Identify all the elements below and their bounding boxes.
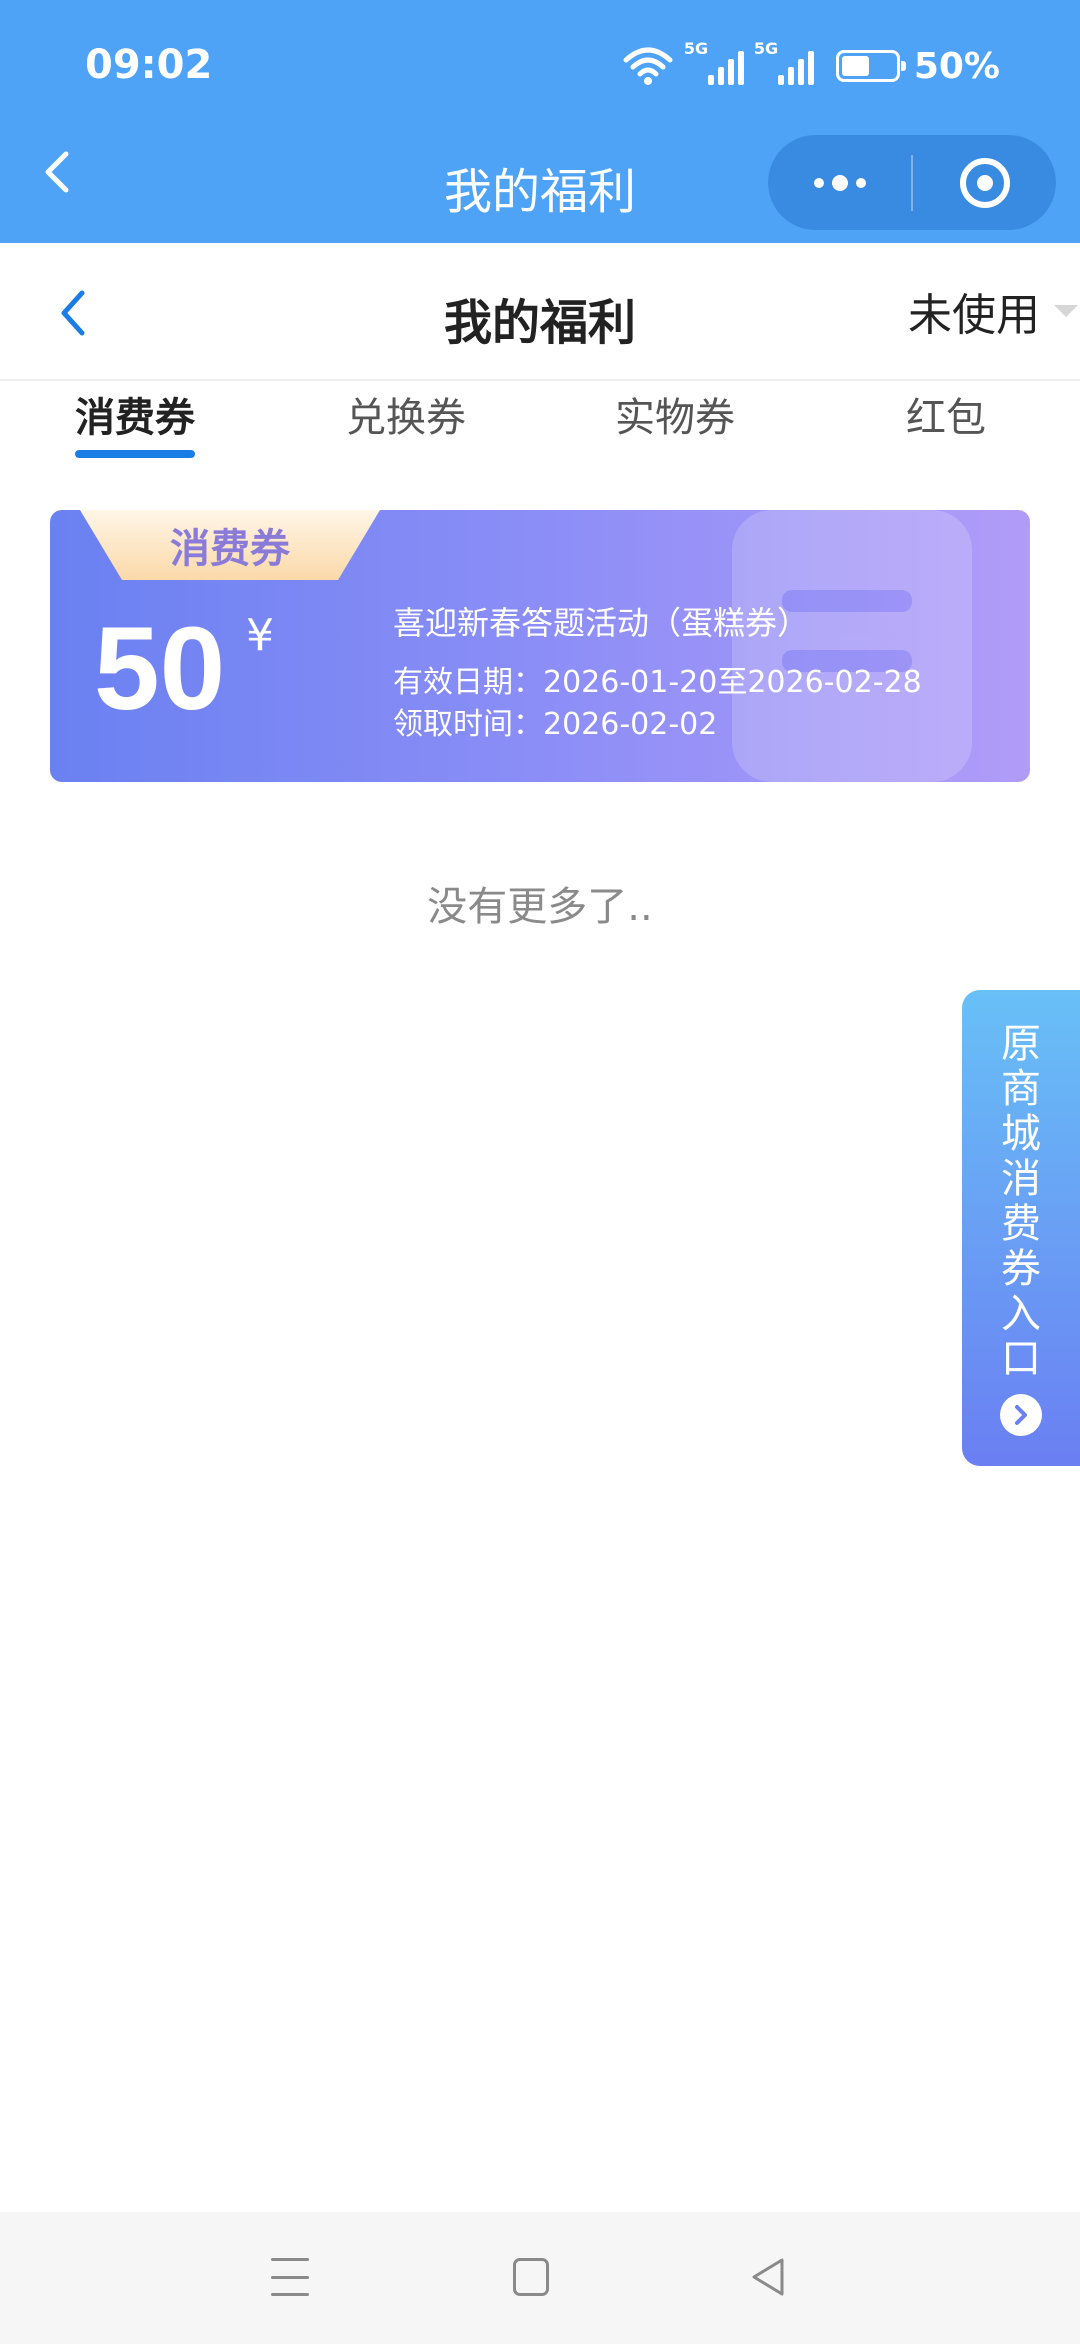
coupon-type-ribbon: 消费券 [80,510,380,580]
coupon-tabs: 消费券 兑换券 实物券 红包 [0,381,1080,471]
battery-percent: 50% [913,45,1000,87]
more-dots-icon [813,174,866,191]
coupon-amount: 50 [94,603,226,735]
tab-physical-coupon[interactable]: 实物券 [613,385,737,443]
coupon-name: 喜迎新春答题活动（蛋糕券） [393,604,810,642]
mini-program-capsule [768,135,1056,230]
top-bar: 09:02 5G 5G 50% 我的福利 [0,0,1080,243]
caret-down-icon [1054,305,1078,317]
coupon-received-time: 领取时间：2026-02-02 [393,707,718,742]
menu-icon[interactable] [271,2258,309,2296]
system-nav-bar [0,2212,1080,2344]
old-mall-coupon-entry-button[interactable]: 原商城消费券入口 [962,990,1080,1466]
filter-label: 未使用 [908,290,1040,341]
battery-icon [835,50,906,82]
coupon-type-label: 消费券 [170,526,290,572]
active-tab-indicator [75,450,195,458]
signal-5g-icon: 5G [754,39,814,85]
home-square-icon[interactable] [513,2258,549,2296]
tab-exchange-coupon[interactable]: 兑换券 [344,385,468,443]
coupon-card[interactable]: 消费券 50 ¥ 喜迎新春答题活动（蛋糕券） 有效日期：2026-01-20至2… [50,510,1030,782]
signal-5g-icon: 5G [684,39,744,85]
chevron-right-circle-icon [1000,1394,1042,1436]
wifi-icon [623,47,673,85]
no-more-hint: 没有更多了.. [427,884,653,930]
coupon-valid-period: 有效日期：2026-01-20至2026-02-28 [393,665,922,700]
side-entry-label: 原商城消费券入口 [1001,1021,1041,1382]
coupon-currency: ¥ [246,610,274,661]
tab-consumption-coupon[interactable]: 消费券 [75,385,195,443]
back-triangle-icon[interactable] [748,2256,788,2298]
status-filter-dropdown[interactable]: 未使用 [908,279,1080,343]
more-button[interactable] [768,135,911,230]
target-circle-icon [959,157,1010,208]
status-icons: 5G 5G 50% [622,39,1000,88]
coupon-info: 喜迎新春答题活动（蛋糕券） 有效日期：2026-01-20至2026-02-28… [393,598,922,746]
close-mini-program-button[interactable] [913,135,1056,230]
page-header: 我的福利 未使用 [0,243,1080,381]
tab-red-packet[interactable]: 红包 [903,385,989,443]
status-time: 09:02 [85,42,213,88]
